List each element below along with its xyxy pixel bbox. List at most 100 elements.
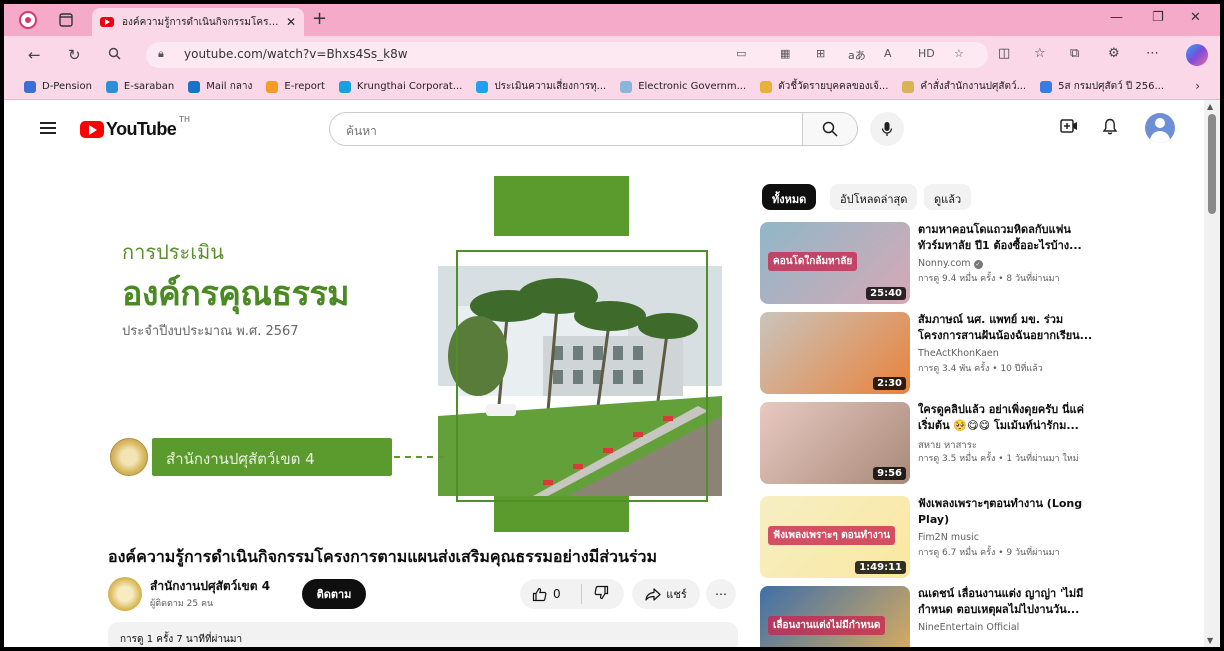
- notifications-bell-icon[interactable]: [1102, 118, 1118, 139]
- recommended-channel-name[interactable]: TheActKhonKaen: [918, 348, 999, 359]
- dislike-button[interactable]: [582, 585, 609, 603]
- subscribe-button[interactable]: ติดตาม: [302, 579, 366, 609]
- description-box[interactable]: การดู 1 ครั้ง 7 นาทีที่ผ่านมา: [108, 622, 738, 647]
- bookmark-item[interactable]: Krungthai Corporat...: [338, 80, 462, 93]
- bookmark-favicon-icon: [476, 80, 489, 93]
- recommended-video-title[interactable]: ฟังเพลงเพราะๆตอนทำงาน (Long Play): [918, 496, 1094, 528]
- bookmark-favicon-icon: [105, 80, 118, 93]
- recommended-video-title[interactable]: ใครดูคลิปแล้ว อย่าเพิ่งดุยครับ นี่แค่เริ…: [918, 402, 1094, 434]
- recommended-video[interactable]: ฟังเพลงเพราะๆ ตอนทำงาน 1:49:11 ฟังเพลงเพรา…: [760, 496, 1200, 580]
- bookmark-item[interactable]: Electronic Governm...: [620, 80, 746, 93]
- hd-icon[interactable]: HD: [918, 47, 935, 60]
- like-button[interactable]: 0: [520, 584, 582, 604]
- bookmarks-overflow-icon[interactable]: ›: [1195, 79, 1200, 93]
- video-thumbnail[interactable]: 9:56: [760, 402, 910, 484]
- recommended-video-title[interactable]: ณเดชน์ เลื่อนงานแต่ง ญาญ่า 'ไม่มีกำหนด ต…: [918, 586, 1094, 618]
- recommended-channel-name[interactable]: สหาย หาสาระ: [918, 440, 977, 451]
- menu-icon[interactable]: [40, 122, 56, 134]
- tab-actions-icon[interactable]: [56, 10, 76, 30]
- bookmark-item[interactable]: 5ส กรมปศุสัตว์ ปี 256...: [1040, 79, 1164, 94]
- recommended-channel-name[interactable]: NineEntertain Official: [918, 622, 1019, 633]
- bookmark-item[interactable]: D-Pension: [24, 80, 92, 93]
- bookmark-label: ประเมินความเสี่ยงการทุ...: [494, 81, 607, 92]
- address-bar-row: ← ↻ 🔒︎ youtube.com/watch?v=Bhxs4Ss_k8w ▭…: [4, 36, 1220, 74]
- favorite-star-icon[interactable]: ☆: [954, 47, 964, 60]
- scroll-up-icon[interactable]: ▲: [1207, 102, 1213, 111]
- recommended-channel-name[interactable]: Fim2N music: [918, 532, 979, 543]
- search-icon[interactable]: [108, 46, 121, 64]
- close-window-icon[interactable]: ✕: [1190, 10, 1201, 25]
- bookmark-item[interactable]: E-saraban: [105, 80, 174, 93]
- decor-dashed-line: [394, 456, 444, 458]
- bookmark-label: 5ส กรมปศุสัตว์ ปี 256...: [1058, 81, 1165, 92]
- restore-icon[interactable]: ❐: [1152, 10, 1164, 25]
- refresh-icon[interactable]: ↻: [68, 46, 81, 64]
- copilot-icon[interactable]: [1186, 44, 1208, 66]
- bookmark-item[interactable]: ตัวชี้วัดรายบุคคลของเจ้...: [760, 79, 888, 94]
- scroll-down-icon[interactable]: ▼: [1207, 636, 1213, 645]
- scrollbar-thumb[interactable]: [1208, 114, 1216, 214]
- bookmark-favicon-icon: [902, 80, 915, 93]
- video-thumbnail[interactable]: 2:30: [760, 312, 910, 394]
- share-arrow-icon: [645, 587, 661, 601]
- new-tab-button[interactable]: +: [312, 8, 327, 29]
- url-text[interactable]: youtube.com/watch?v=Bhxs4Ss_k8w: [184, 47, 408, 61]
- bookmark-item[interactable]: Mail กลาง: [188, 79, 252, 94]
- thumbnail-line2: องค์กรคุณธรรม: [122, 274, 350, 314]
- extensions-icon[interactable]: ⚙: [1108, 46, 1120, 61]
- filter-chip[interactable]: อัปโหลดล่าสุด: [830, 184, 918, 210]
- read-aloud-icon[interactable]: A: [884, 47, 892, 60]
- voice-search-button[interactable]: [870, 112, 904, 146]
- recommended-video[interactable]: 2:30 สัมภาษณ์ นศ. แพทย์ มข. ร่วม โครงการส…: [760, 312, 1200, 396]
- recommended-video-title[interactable]: ตามหาคอนโดแถวมหิดลกับแฟน ทัวร์มหาลัย ปี1…: [918, 222, 1094, 254]
- video-player[interactable]: การประเมิน องค์กรคุณธรรม ประจำปีงบประมาณ…: [104, 156, 738, 534]
- thumbnail-overlay-text: ฟังเพลงเพราะๆ ตอนทำงาน: [768, 526, 896, 545]
- active-tab[interactable]: องค์ความรู้การดำเนินกิจกรรมโครงการฯ ✕: [92, 8, 304, 36]
- back-icon[interactable]: ←: [28, 46, 41, 64]
- translate-icon[interactable]: aあ: [848, 47, 866, 63]
- bookmark-item[interactable]: E-report: [266, 80, 325, 93]
- more-actions-button[interactable]: ⋯: [706, 579, 736, 609]
- account-avatar[interactable]: [1145, 113, 1175, 143]
- page-scrollbar[interactable]: ▲ ▼: [1204, 100, 1220, 647]
- app-available-icon[interactable]: ⊞: [816, 47, 825, 60]
- thumbs-up-icon: [532, 587, 547, 601]
- create-icon[interactable]: [1060, 118, 1078, 137]
- share-button[interactable]: แชร์: [632, 579, 700, 609]
- minimize-icon[interactable]: —: [1110, 10, 1123, 25]
- bookmark-favicon-icon: [620, 80, 633, 93]
- recommended-video-title[interactable]: สัมภาษณ์ นศ. แพทย์ มข. ร่วม โครงการสานฝั…: [918, 312, 1094, 344]
- collections-icon[interactable]: ⧉: [1070, 46, 1079, 61]
- split-screen-icon[interactable]: ◫: [998, 46, 1010, 61]
- bookmark-item[interactable]: ประเมินความเสี่ยงการทุ...: [476, 79, 606, 94]
- channel-avatar[interactable]: [108, 577, 142, 611]
- reader-mode-icon[interactable]: ▭: [736, 47, 746, 60]
- recommended-channel-name[interactable]: Nonny.com: [918, 258, 971, 269]
- recommended-video[interactable]: 9:56 ใครดูคลิปแล้ว อย่าเพิ่งดุยครับ นี่แค…: [760, 402, 1200, 486]
- channel-name[interactable]: สำนักงานปศุสัตว์เขต 4: [150, 577, 270, 596]
- bookmark-favicon-icon: [188, 80, 201, 93]
- site-info-icon[interactable]: 🔒︎: [158, 47, 164, 61]
- filter-chip[interactable]: ทั้งหมด: [762, 184, 817, 210]
- qr-code-icon[interactable]: ▦: [780, 47, 790, 60]
- recommended-video[interactable]: เลื่อนงานแต่งไม่มีกำหนด ณเดชน์ เลื่อนงานแ…: [760, 586, 1200, 647]
- youtube-logo[interactable]: YouTube TH: [80, 115, 190, 140]
- video-thumbnail[interactable]: คอนโดใกล้มหาลัย 25:40: [760, 222, 910, 304]
- close-tab-icon[interactable]: ✕: [286, 15, 296, 29]
- filter-chip[interactable]: ดูแล้ว: [924, 184, 972, 210]
- youtube-favicon-icon: [100, 17, 114, 27]
- search-input[interactable]: ค้นหา: [329, 112, 802, 146]
- bookmark-item[interactable]: คำสั่งสำนักงานปศุสัตว์...: [902, 79, 1026, 94]
- favorites-icon[interactable]: ☆: [1034, 46, 1046, 61]
- recommended-channel-row: Nonny.com ✓: [918, 258, 983, 269]
- profile-icon[interactable]: [18, 10, 38, 30]
- search-button[interactable]: [802, 112, 858, 146]
- address-bar[interactable]: 🔒︎ youtube.com/watch?v=Bhxs4Ss_k8w ▭ ▦ ⊞…: [146, 42, 988, 68]
- bookmark-favicon-icon: [760, 80, 773, 93]
- video-thumbnail[interactable]: เลื่อนงานแต่งไม่มีกำหนด: [760, 586, 910, 647]
- more-options-icon[interactable]: ⋯: [1146, 46, 1159, 61]
- like-dislike-group: 0: [520, 579, 624, 609]
- video-thumbnail[interactable]: ฟังเพลงเพราะๆ ตอนทำงาน 1:49:11: [760, 496, 910, 578]
- thumbnail-overlay-text: เลื่อนงานแต่งไม่มีกำหนด: [768, 616, 886, 635]
- recommended-video[interactable]: คอนโดใกล้มหาลัย 25:40 ตามหาคอนโดแถวมหิดลกั…: [760, 222, 1200, 306]
